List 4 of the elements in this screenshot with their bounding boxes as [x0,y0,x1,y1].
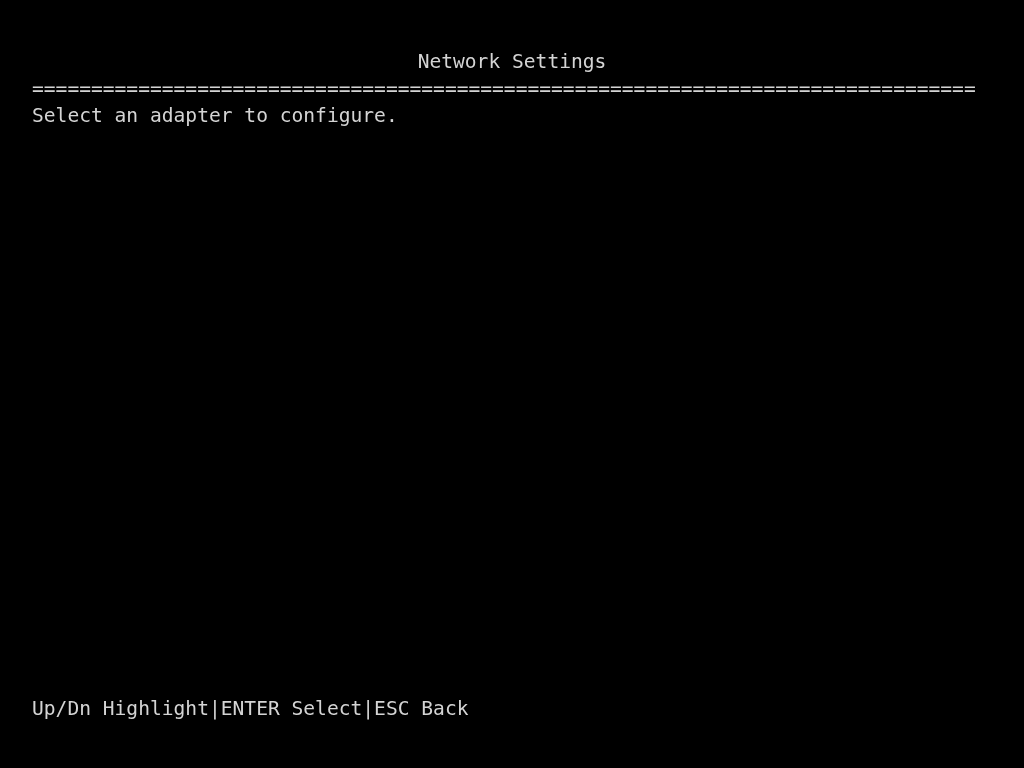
key-hints: Up/Dn Highlight|ENTER Select|ESC Back [32,696,469,722]
prompt-text: Select an adapter to configure. [32,103,398,129]
separator-line: ================================================================================ [32,76,976,102]
screen-title: Network Settings [417,49,607,75]
